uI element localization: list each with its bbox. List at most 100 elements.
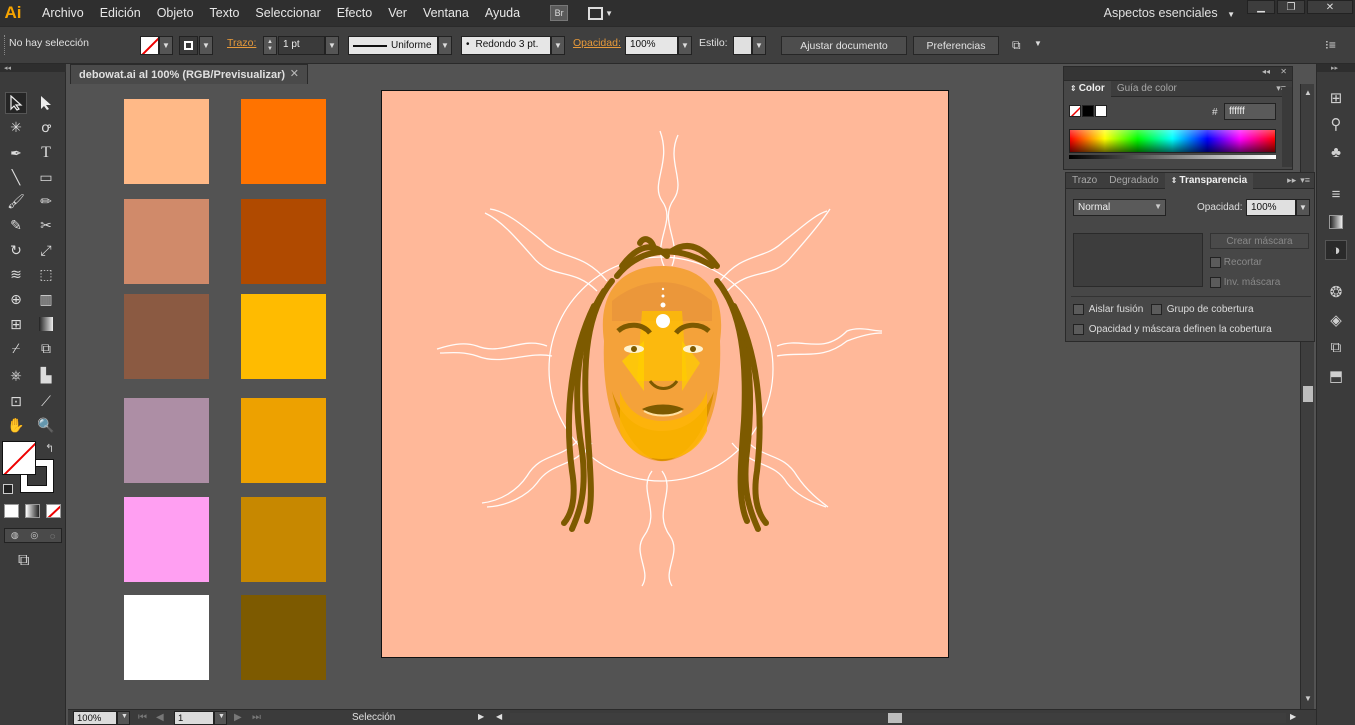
asset-export-panel-icon[interactable]: ⬒: [1325, 366, 1347, 386]
shape-builder-tool-icon[interactable]: ⊕: [5, 288, 27, 310]
fill-indicator[interactable]: [2, 441, 36, 475]
zoom-tool-icon[interactable]: 🔍: [35, 414, 57, 436]
preferences-button[interactable]: Preferencias: [913, 36, 999, 55]
panel-close-icon[interactable]: ✕: [1280, 67, 1287, 76]
free-transform-tool-icon[interactable]: ⬚: [35, 263, 57, 285]
draw-mode-buttons[interactable]: ◍ ◎ ◌: [4, 528, 62, 543]
bridge-button[interactable]: Br: [550, 5, 569, 21]
artboard-dropdown[interactable]: ▼: [214, 711, 227, 725]
clip-option[interactable]: Recortar: [1210, 257, 1262, 268]
scale-tool-icon[interactable]: ⤢: [35, 239, 57, 261]
workspace-switcher[interactable]: Aspectos esenciales ▼: [1104, 6, 1235, 20]
gradient-panel-icon[interactable]: [1325, 212, 1347, 232]
swatch-right-6[interactable]: [241, 595, 326, 680]
swatch-left-6[interactable]: [124, 595, 209, 680]
horizontal-scrollbar[interactable]: [510, 713, 1286, 723]
swatch-right-3[interactable]: [241, 294, 326, 379]
menu-texto[interactable]: Texto: [202, 6, 248, 20]
stroke-swatch[interactable]: [179, 36, 198, 55]
stroke-weight-input[interactable]: 1 pt: [278, 36, 325, 55]
artboard-number-input[interactable]: 1: [174, 711, 214, 725]
swatch-left-2[interactable]: [124, 199, 209, 284]
brush-select[interactable]: • Redondo 3 pt.: [461, 36, 551, 55]
fill-dropdown[interactable]: ▼: [159, 36, 173, 55]
minimize-button[interactable]: ▁: [1247, 0, 1275, 14]
zoom-dropdown[interactable]: ▼: [117, 711, 130, 725]
next-artboard-icon[interactable]: ▶: [234, 712, 242, 723]
opacity-input[interactable]: 100%: [625, 36, 678, 55]
paintbrush-tool-icon[interactable]: 🖌: [5, 190, 27, 212]
swatches-panel-icon[interactable]: ⊞: [1325, 88, 1347, 108]
pen-tool-icon[interactable]: ✒: [5, 142, 27, 164]
last-artboard-icon[interactable]: ⏭: [252, 712, 261, 723]
align-document-button[interactable]: Ajustar documento: [781, 36, 907, 55]
no-color-swatch[interactable]: [1069, 105, 1081, 117]
first-artboard-icon[interactable]: ⏮: [138, 712, 147, 723]
blob-brush-tool-icon[interactable]: ✎: [5, 214, 27, 236]
opacity-mask-checkbox[interactable]: [1073, 324, 1084, 335]
prev-artboard-icon[interactable]: ◀: [156, 712, 164, 723]
opacity-label[interactable]: Opacidad:: [573, 37, 621, 49]
magic-wand-tool-icon[interactable]: ✳: [5, 116, 27, 138]
style-swatch[interactable]: [733, 36, 752, 55]
style-dropdown[interactable]: ▼: [752, 36, 766, 55]
fill-swatch[interactable]: [140, 36, 159, 55]
menu-archivo[interactable]: Archivo: [34, 6, 92, 20]
direct-selection-tool-icon[interactable]: [35, 92, 57, 114]
brushes-panel-icon[interactable]: ⚲: [1325, 114, 1347, 134]
blend-tool-icon[interactable]: ⧉: [35, 337, 57, 359]
make-mask-button[interactable]: Crear máscara: [1210, 233, 1309, 249]
stroke-stepper[interactable]: ▲ ▼: [263, 36, 277, 55]
opacity-mask-option[interactable]: Opacidad y máscara definen la cobertura: [1073, 324, 1272, 335]
stroke-weight-dropdown[interactable]: ▼: [325, 36, 339, 55]
panel-collapse-icon[interactable]: ◂◂: [1262, 67, 1270, 76]
scroll-up-icon[interactable]: ▲: [1304, 88, 1312, 97]
swatch-left-5[interactable]: [124, 497, 209, 582]
hand-tool-icon[interactable]: ✋: [5, 414, 27, 436]
tab-color-guide[interactable]: Guía de color: [1111, 81, 1183, 97]
clip-checkbox[interactable]: [1210, 257, 1221, 268]
white-swatch[interactable]: [1095, 105, 1107, 117]
stroke-panel-icon[interactable]: ≡: [1325, 184, 1347, 204]
transparency-panel-icon[interactable]: ◑: [1325, 240, 1347, 260]
layers-panel-icon[interactable]: ◈: [1325, 310, 1347, 330]
stroke-profile-dropdown[interactable]: ▼: [438, 36, 452, 55]
hex-input[interactable]: ffffff: [1224, 103, 1276, 120]
arrange-documents-button[interactable]: ▼: [588, 5, 616, 21]
close-window-button[interactable]: ✕: [1307, 0, 1353, 14]
rectangle-tool-icon[interactable]: ▭: [35, 166, 57, 188]
artboard[interactable]: [381, 90, 949, 658]
restore-button[interactable]: ❐: [1277, 0, 1305, 14]
brush-dropdown[interactable]: ▼: [551, 36, 565, 55]
swatch-left-4[interactable]: [124, 398, 209, 483]
artboard-tool-icon[interactable]: ⊡: [5, 390, 27, 412]
tools-collapse-icon[interactable]: ◂◂: [0, 64, 66, 72]
symbols-panel-icon[interactable]: ♣: [1325, 142, 1347, 162]
grayscale-bar[interactable]: [1069, 155, 1276, 159]
menu-edicion[interactable]: Edición: [92, 6, 149, 20]
transform-icon[interactable]: ⧉: [1012, 38, 1021, 53]
vertical-scroll-thumb[interactable]: [1303, 386, 1313, 402]
gradient-mode-icon[interactable]: [25, 504, 40, 518]
none-mode-icon[interactable]: [46, 504, 61, 518]
status-menu-icon[interactable]: ▶: [478, 712, 484, 721]
gradient-tool-icon[interactable]: [35, 313, 57, 335]
panel-menu-icon[interactable]: ▾≡: [1300, 175, 1310, 186]
line-tool-icon[interactable]: ╲: [5, 166, 27, 188]
swatch-right-4[interactable]: [241, 398, 326, 483]
knockout-group-checkbox[interactable]: [1151, 304, 1162, 315]
artboards-panel-icon[interactable]: ⧉: [1325, 337, 1347, 357]
width-tool-icon[interactable]: ≋: [5, 263, 27, 285]
black-swatch[interactable]: [1082, 105, 1094, 117]
opacity-dropdown[interactable]: ▼: [1296, 199, 1310, 216]
isolate-blending-option[interactable]: Aislar fusión: [1073, 304, 1143, 315]
scissors-tool-icon[interactable]: ✂: [35, 214, 57, 236]
more-tabs-icon[interactable]: ▸▸: [1287, 175, 1296, 186]
stroke-label[interactable]: Trazo:: [227, 37, 256, 49]
selection-tool-icon[interactable]: [5, 92, 27, 114]
opacity-dropdown[interactable]: ▼: [678, 36, 692, 55]
swatch-left-3[interactable]: [124, 294, 209, 379]
isolate-blending-checkbox[interactable]: [1073, 304, 1084, 315]
control-menu-icon[interactable]: ⁝≡: [1325, 38, 1336, 52]
zoom-input[interactable]: 100%: [73, 711, 117, 725]
